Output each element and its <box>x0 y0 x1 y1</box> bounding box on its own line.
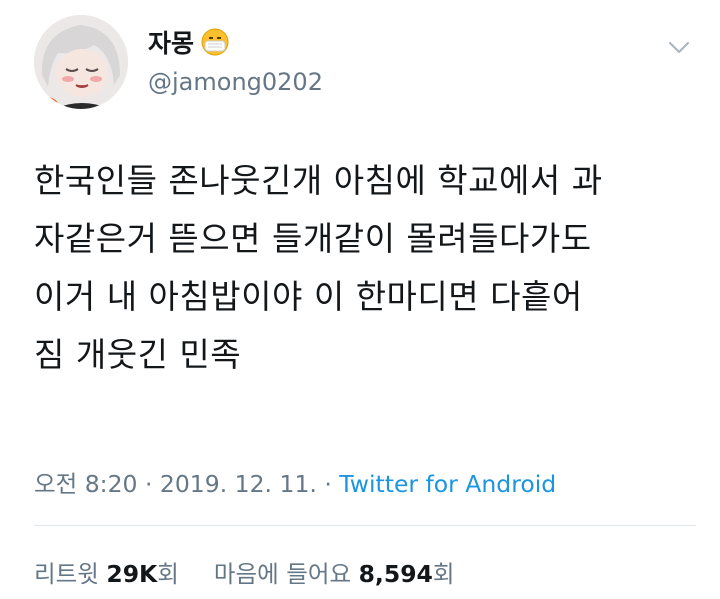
tweet-line: 한국인들 존나웃긴개 아침에 학교에서 과 <box>34 161 603 200</box>
retweets-stat[interactable]: 리트윗 29K회 <box>34 560 186 588</box>
tweet-text: 한국인들 존나웃긴개 아침에 학교에서 과 자같은거 뜯으면 들개같이 몰려들다… <box>34 152 694 384</box>
likes-label: 마음에 들어요 <box>213 560 352 588</box>
divider <box>34 525 696 526</box>
tweet-line: 짐 개웃긴 민족 <box>34 335 242 374</box>
tweet-line: 이거 내 아침밥이야 이 한마디면 다흩어 <box>34 277 583 316</box>
user-name-row: 자몽 <box>148 24 230 60</box>
meta-separator: · <box>137 470 160 498</box>
likes-stat[interactable]: 마음에 들어요 8,594회 <box>214 560 455 588</box>
user-handle[interactable]: @jamong0202 <box>148 68 323 96</box>
tweet-time[interactable]: 오전 8:20 <box>34 470 137 498</box>
likes-count: 8,594 <box>358 560 433 588</box>
tweet-date[interactable]: 2019. 12. 11. <box>160 470 317 498</box>
tweet-source-link[interactable]: Twitter for Android <box>339 470 556 498</box>
face-with-medical-mask-icon <box>200 27 230 57</box>
chevron-down-icon[interactable] <box>666 36 692 58</box>
tweet-metadata: 오전 8:20 · 2019. 12. 11. · Twitter for An… <box>34 465 556 499</box>
meta-separator: · <box>316 470 340 498</box>
avatar-image <box>34 15 128 109</box>
retweets-count: 29K <box>106 560 158 588</box>
retweets-unit: 회 <box>157 560 179 588</box>
avatar[interactable] <box>34 15 128 109</box>
likes-unit: 회 <box>432 560 455 588</box>
retweets-label: 리트윗 <box>34 560 99 588</box>
tweet-stats: 리트윗 29K회 마음에 들어요 8,594회 <box>34 555 455 589</box>
tweet-line: 자같은거 뜯으면 들개같이 몰려들다가도 <box>34 219 592 258</box>
display-name[interactable]: 자몽 <box>148 24 194 60</box>
